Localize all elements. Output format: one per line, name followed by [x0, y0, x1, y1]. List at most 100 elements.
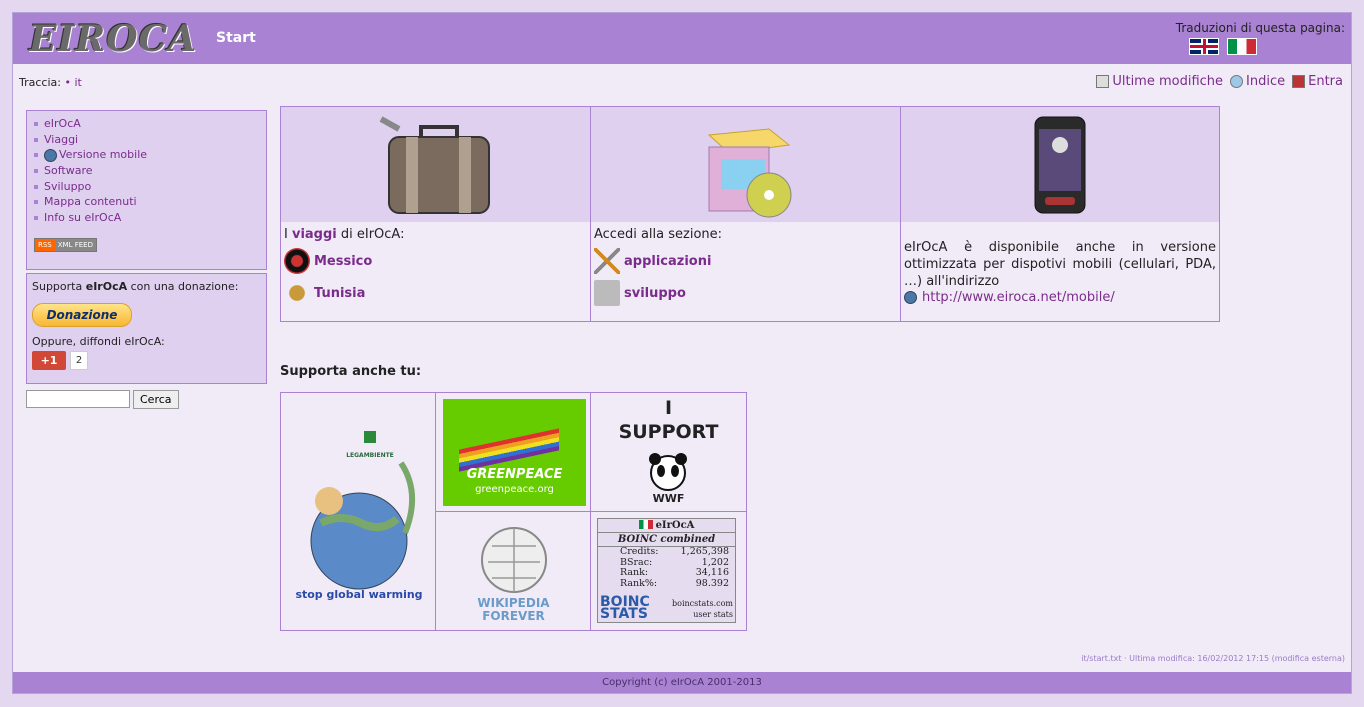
search-input[interactable] [26, 390, 130, 408]
rss-feed-button[interactable]: RSS XML FEED [34, 237, 97, 252]
page-title[interactable]: Start [216, 30, 256, 46]
applicazioni-link[interactable]: applicazioni [624, 254, 711, 269]
software-box-icon [707, 128, 792, 218]
boinc-key: Credits: [620, 546, 659, 557]
greenpeace-url: greenpeace.org [475, 484, 554, 495]
rainbow-icon [459, 428, 559, 472]
boinc-site-url: boincstats.com [672, 599, 733, 608]
support-grid: LEGAMBIENTE stop global warming GREENPEA… [280, 392, 747, 631]
sidebar-item-mobile[interactable]: Versione mobile [34, 147, 266, 163]
uk-flag-icon[interactable] [1189, 38, 1219, 55]
mobile-url-link[interactable]: http://www.eiroca.net/mobile/ [922, 290, 1115, 305]
page-tools: Ultime modifiche Indice Entra [1096, 74, 1343, 89]
boinc-value: 1,265,398 [680, 546, 729, 557]
wwf-i: I [664, 397, 673, 419]
donation-text-post: con una donazione: [127, 280, 239, 293]
boinc-site-label: user stats [693, 610, 733, 619]
sidebar-item-label[interactable]: Info su eIrOcA [44, 210, 121, 226]
travel-intro-post: di eIrOcA: [336, 227, 405, 242]
travel-image [281, 107, 590, 222]
support-title: Supporta anche tu: [280, 364, 422, 379]
login-icon [1292, 75, 1306, 88]
sidebar-item-label[interactable]: Mappa contenuti [44, 194, 137, 210]
sidebar-item-mappa[interactable]: Mappa contenuti [34, 194, 266, 210]
wikipedia-banner[interactable]: WIKIPEDIA FOREVER [436, 512, 591, 630]
software-image [591, 107, 900, 222]
link-messico[interactable]: Messico [284, 248, 587, 274]
donation-brand: eIrOcA [85, 280, 128, 293]
sviluppo-link[interactable]: sviluppo [624, 286, 686, 301]
panda-icon [649, 453, 687, 491]
sections-table: I viaggi di eIrOcA: Messico Tunisia Acce… [280, 106, 1220, 322]
wikipedia-globe-icon [481, 527, 547, 593]
xml-feed-label: XML FEED [54, 238, 96, 251]
gplus-button[interactable]: +1 [32, 351, 66, 370]
recent-changes-link[interactable]: Ultime modifiche [1096, 74, 1223, 89]
breadcrumb: Traccia: • it [19, 76, 82, 89]
greenpeace-banner[interactable]: GREENPEACE greenpeace.org [436, 393, 591, 512]
tunisia-icon [284, 280, 310, 306]
boinc-site: boincstats.com user stats [672, 598, 733, 620]
legambiente-text: LEGAMBIENTE [346, 452, 394, 459]
mobile-url-row: http://www.eiroca.net/mobile/ [904, 290, 1216, 305]
rss-label: RSS [35, 238, 55, 251]
boinc-row: Rank%: 98.392 [598, 578, 735, 590]
sidebar-item-sviluppo[interactable]: Sviluppo [34, 179, 266, 195]
travel-intro-pre: I [284, 227, 292, 242]
boinc-banner[interactable]: eIrOcA BOINC combined Credits: 1,265,398 … [591, 512, 746, 630]
stop-global-warming-image: LEGAMBIENTE stop global warming [295, 431, 423, 601]
sidebar-item-label[interactable]: Viaggi [44, 132, 78, 148]
greenpeace-logo: GREENPEACE greenpeace.org [443, 399, 586, 506]
wikipedia-forever-text: WIKIPEDIA FOREVER [436, 597, 591, 623]
sidebar-item-label[interactable]: eIrOcA [44, 116, 81, 132]
donation-box: Supporta eIrOcA con una donazione: Donaz… [26, 273, 267, 384]
sidebar-item-label[interactable]: Sviluppo [44, 179, 91, 195]
boinc-row: Credits: 1,265,398 [598, 546, 735, 558]
sidebar-item-label[interactable]: Software [44, 163, 93, 179]
link-tunisia[interactable]: Tunisia [284, 280, 587, 306]
page: EIROCA Start Traduzioni di questa pagina… [12, 12, 1352, 694]
boinc-key: Rank: [620, 567, 649, 578]
messico-link[interactable]: Messico [314, 254, 372, 269]
donation-text: Supporta eIrOcA con una donazione: [32, 280, 261, 293]
smartphone-icon [1034, 116, 1086, 214]
boinc-stats-logo: BOINC STATS [600, 595, 650, 621]
bullet-icon [34, 200, 38, 205]
site-logo[interactable]: EIROCA [29, 18, 197, 60]
sidebar-item-eiroca[interactable]: eIrOcA [34, 116, 266, 132]
index-label: Indice [1246, 74, 1286, 89]
tunisia-link[interactable]: Tunisia [314, 286, 365, 301]
stop-global-warming-text: stop global warming [295, 588, 422, 601]
breadcrumb-item-it[interactable]: • it [64, 76, 81, 89]
legambiente-banner[interactable]: LEGAMBIENTE stop global warming [281, 393, 436, 630]
index-link[interactable]: Indice [1230, 74, 1285, 89]
login-link[interactable]: Entra [1292, 74, 1343, 89]
software-cell: Accedi alla sezione: applicazioni svilup… [591, 107, 901, 321]
link-sviluppo[interactable]: sviluppo [594, 280, 897, 306]
globe-icon [44, 148, 57, 162]
wiki-line2: FOREVER [482, 609, 545, 623]
greenpeace-text: GREENPEACE [466, 467, 563, 482]
italy-flag-icon[interactable] [1227, 38, 1257, 55]
software-intro: Accedi alla sezione: [594, 227, 723, 242]
boinc-stats-card: eIrOcA BOINC combined Credits: 1,265,398 … [597, 518, 736, 623]
donate-button[interactable]: Donazione [32, 303, 132, 327]
link-applicazioni[interactable]: applicazioni [594, 248, 897, 274]
footer: Copyright (c) eIrOcA 2001-2013 [13, 672, 1351, 693]
search-button[interactable]: Cerca [133, 390, 179, 409]
bullet-icon [34, 184, 38, 189]
recent-changes-icon [1096, 75, 1110, 88]
sidebar-item-viaggi[interactable]: Viaggi [34, 132, 266, 148]
sidebar-item-label[interactable]: Versione mobile [59, 147, 147, 163]
sidebar-item-software[interactable]: Software [34, 163, 266, 179]
boinc-user-name: eIrOcA [655, 520, 695, 531]
recent-changes-label: Ultime modifiche [1112, 74, 1224, 89]
wwf-banner[interactable]: I SUPPORT WWF [591, 393, 746, 512]
travel-link[interactable]: viaggi [292, 227, 337, 242]
wwf-text: WWF [652, 492, 685, 505]
sidebar-item-info[interactable]: Info su eIrOcA [34, 210, 266, 226]
suitcase-icon [379, 116, 490, 214]
globe-icon [904, 291, 917, 304]
development-icon [594, 280, 620, 306]
italy-flag-icon [638, 520, 653, 529]
